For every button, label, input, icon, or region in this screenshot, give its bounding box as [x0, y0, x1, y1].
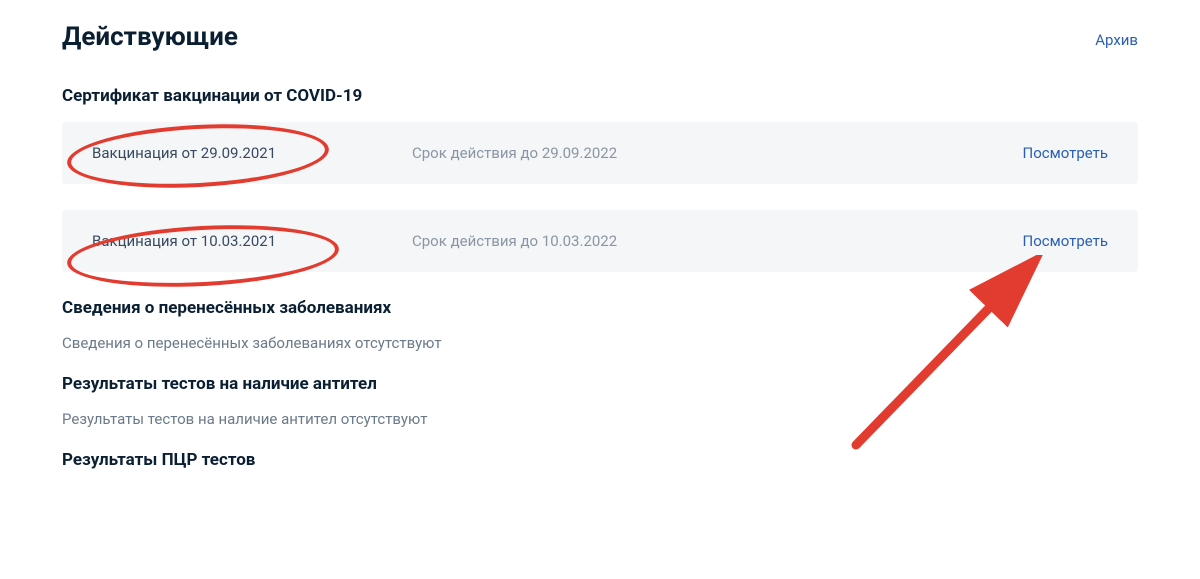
- vaccination-card: Вакцинация от 10.03.2021 Срок действия д…: [62, 210, 1138, 272]
- vaccination-expiry: Срок действия до 29.09.2022: [412, 144, 1023, 162]
- section-title-illness: Сведения о перенесённых заболеваниях: [62, 298, 1138, 318]
- view-link[interactable]: Посмотреть: [1023, 232, 1109, 250]
- vaccination-expiry: Срок действия до 10.03.2022: [412, 232, 1023, 250]
- section-title-vaccination: Сертификат вакцинации от COVID-19: [62, 86, 1138, 106]
- vaccination-name: Вакцинация от 10.03.2021: [92, 232, 412, 250]
- page-title: Действующие: [62, 22, 238, 52]
- section-title-antibody: Результаты тестов на наличие антител: [62, 374, 1138, 394]
- section-title-pcr: Результаты ПЦР тестов: [62, 450, 1138, 470]
- view-link[interactable]: Посмотреть: [1023, 144, 1109, 162]
- antibody-empty-text: Результаты тестов на наличие антител отс…: [62, 410, 1138, 428]
- vaccination-name: Вакцинация от 29.09.2021: [92, 144, 412, 162]
- vaccination-card: Вакцинация от 29.09.2021 Срок действия д…: [62, 122, 1138, 184]
- illness-empty-text: Сведения о перенесённых заболеваниях отс…: [62, 334, 1138, 352]
- archive-link[interactable]: Архив: [1095, 31, 1138, 49]
